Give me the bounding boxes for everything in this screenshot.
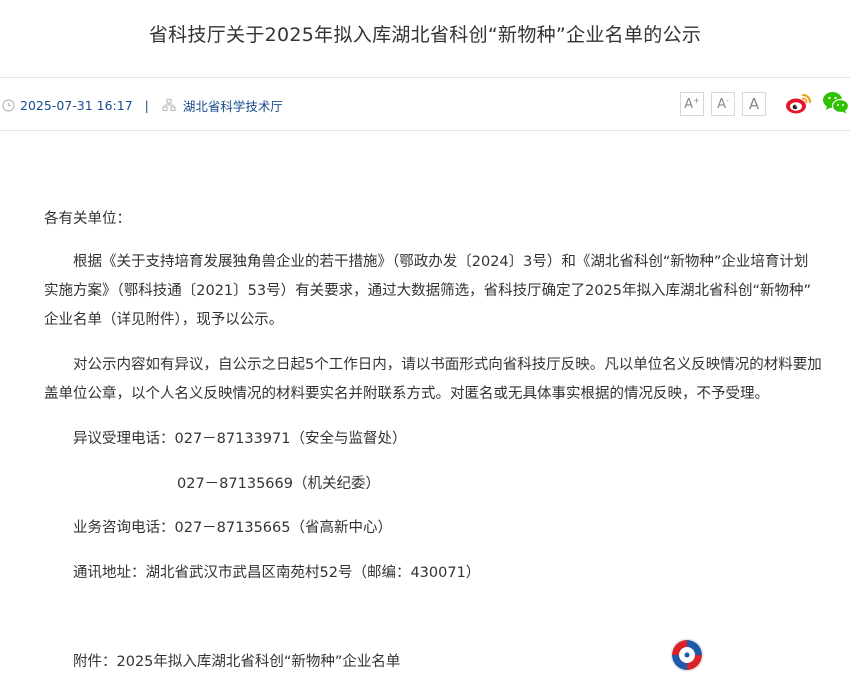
site-logo xyxy=(669,637,705,677)
article-meta-bar: 2025-07-31 16:17 | 湖北省科学技术厅 A + A- A xyxy=(0,77,850,131)
paragraph-1-line-1: 根据《关于支持培育发展独角兽企业的若干措施》（鄂政办发〔2024〕3号）和《湖北… xyxy=(73,254,809,270)
paragraph-1-line-3: 企业名单（详见附件），现予以公示。 xyxy=(44,312,284,328)
weibo-share-button[interactable] xyxy=(785,90,813,120)
paragraph-2-line-1: 对公示内容如有异议，自公示之日起5个工作日内，请以书面形式向省科技厅反映。凡以单… xyxy=(73,357,822,373)
publish-date: 2025-07-31 16:17 xyxy=(20,97,133,113)
paragraph-1-line-2: 实施方案》（鄂科技通〔2021〕53号）有关要求，通过大数据筛选，省科技厅确定了… xyxy=(44,283,812,299)
font-decrease-button[interactable]: A- xyxy=(711,92,735,116)
salutation: 各有关单位： xyxy=(44,211,131,227)
font-reset-button[interactable]: A xyxy=(742,92,766,116)
meta-separator: | xyxy=(144,97,149,113)
objection-phone: 异议受理电话：027－87133971（安全与监督处） xyxy=(73,431,407,447)
article-source: 湖北省科学技术厅 xyxy=(182,98,283,114)
font-increase-label: A xyxy=(684,96,694,112)
clock-icon xyxy=(0,97,16,113)
page-title: 省科技厅关于2025年拟入库湖北省科创“新物种”企业名单的公示 xyxy=(148,24,702,46)
article-meta: 2025-07-31 16:17 | 湖北省科学技术厅 xyxy=(0,95,283,115)
mailing-address: 通讯地址：湖北省武汉市武昌区南苑村52号（邮编：430071） xyxy=(73,565,481,581)
weibo-icon xyxy=(786,93,812,114)
font-size-controls: A + A- A xyxy=(680,92,773,116)
objection-phone-2: 027－87135669（机关纪委） xyxy=(177,476,380,492)
consult-phone: 业务咨询电话：027－87135665（省高新中心） xyxy=(73,520,392,536)
organization-icon xyxy=(161,97,177,113)
font-decrease-label: A xyxy=(717,96,726,112)
paragraph-2-line-2: 盖单位公章，以个人名义反映情况的材料要实名并附联系方式。对匿名或无具体事实根据的… xyxy=(44,386,769,402)
logo-emblem-icon xyxy=(670,638,704,672)
plus-mark: + xyxy=(693,95,700,105)
font-reset-label: A xyxy=(748,95,760,113)
font-increase-button[interactable]: A + xyxy=(680,92,704,116)
wechat-share-button[interactable] xyxy=(822,90,850,120)
wechat-icon xyxy=(823,92,850,114)
minus-mark: - xyxy=(726,95,729,105)
attachment-link[interactable]: 附件：2025年拟入库湖北省科创“新物种”企业名单 xyxy=(73,648,400,676)
